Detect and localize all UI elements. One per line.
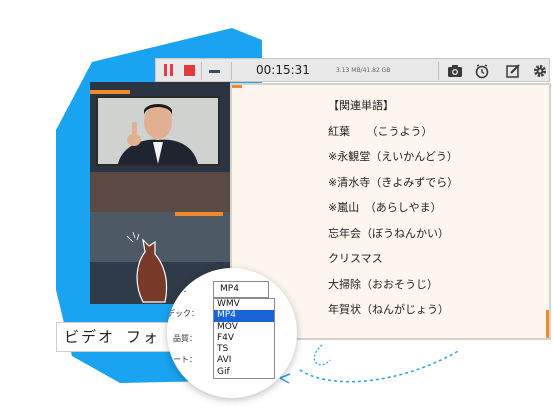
- vocabulary-item: ※清水寺（きよみずでら）: [328, 175, 459, 189]
- frame-rate-label: ート：: [173, 355, 197, 364]
- vocabulary-item: 紅葉 （こうよう）: [328, 124, 433, 138]
- cat-silhouette-icon: [126, 232, 168, 303]
- pause-icon[interactable]: [163, 64, 175, 76]
- webcam-overlay[interactable]: [96, 96, 220, 166]
- vocabulary-item: ※嵐山 （あらしやま）: [328, 201, 442, 214]
- file-size-readout: 3.13 MB/41.82 GB: [336, 67, 391, 74]
- arrow-head-icon: [279, 373, 291, 384]
- presenter-image: [98, 98, 218, 164]
- camera-icon[interactable]: [447, 63, 463, 79]
- corner-accent: [232, 85, 242, 88]
- vocabulary-heading: 【関連単語】: [328, 99, 394, 112]
- format-label: ト：: [175, 285, 191, 294]
- vocabulary-list: 【関連単語】 紅葉 （こうよう） ※永観堂（えいかんどう） ※清水寺（きよみずで…: [328, 99, 458, 329]
- dotted-arrow-path: [299, 349, 461, 383]
- corner-accent: [546, 310, 549, 338]
- gear-icon[interactable]: [532, 63, 548, 79]
- format-option-mp4[interactable]: MP4: [214, 310, 274, 322]
- format-dropdown-list: WMV MP4 MOV F4V TS AVI Gif: [213, 298, 275, 380]
- format-option-mov[interactable]: MOV: [214, 322, 274, 333]
- format-option-ts[interactable]: TS: [214, 344, 274, 355]
- format-option-avi[interactable]: AVI: [214, 355, 274, 366]
- title-text-field: ビデオ フォ: [56, 322, 174, 352]
- format-select[interactable]: MP4: [213, 281, 269, 298]
- vocabulary-item: 年賀状（ねんがじょう）: [328, 303, 449, 316]
- clock-icon[interactable]: [474, 63, 490, 79]
- stop-icon[interactable]: [184, 65, 195, 76]
- format-option-gif[interactable]: Gif: [214, 367, 274, 378]
- minimize-icon[interactable]: [209, 70, 220, 73]
- vocabulary-item: 忘年会（ぼうねんかい）: [328, 226, 449, 240]
- recording-timer: 00:15:31: [256, 63, 310, 77]
- format-option-wmv[interactable]: WMV: [214, 299, 274, 310]
- quality-label: 品質：: [173, 334, 197, 343]
- vocabulary-item: 大掃除（おおそうじ）: [328, 277, 438, 291]
- format-option-f4v[interactable]: F4V: [214, 333, 274, 344]
- accent-bar: [90, 90, 130, 94]
- codec-label: デック：: [167, 309, 199, 318]
- vocabulary-item: クリスマス: [328, 252, 383, 265]
- recording-toolbar: 00:15:31 3.13 MB/41.82 GB: [155, 58, 550, 82]
- edit-icon[interactable]: [505, 63, 521, 79]
- vocabulary-item: ※永観堂（えいかんどう）: [328, 150, 458, 163]
- accent-bar: [175, 212, 223, 216]
